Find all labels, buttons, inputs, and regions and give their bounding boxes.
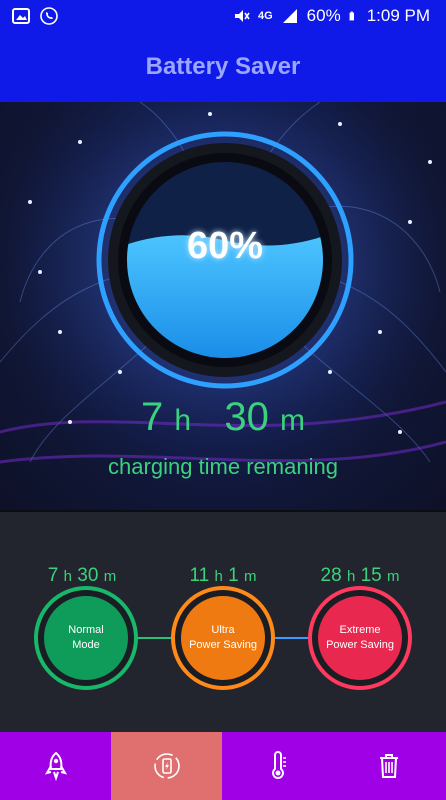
rocket-icon	[44, 751, 67, 781]
network-type: 4G	[257, 10, 273, 22]
mode-connector	[134, 637, 179, 639]
app-bar: Battery Saver	[0, 32, 446, 102]
extreme-power-saving-button[interactable]: Extreme Power Saving	[312, 590, 408, 686]
nav-clean[interactable]	[333, 732, 444, 800]
signal-icon	[282, 9, 297, 23]
thermometer-icon	[271, 751, 286, 779]
normal-mode-button[interactable]: Normal Mode	[38, 590, 134, 686]
nav-charge[interactable]	[111, 732, 222, 800]
battery-percent: 60%	[186, 225, 264, 267]
charging-time: 7 h 30 m	[0, 395, 446, 440]
phone-notification-icon	[40, 7, 58, 25]
mute-icon	[234, 10, 250, 22]
ultra-mode-time: 11 h 1 m	[189, 565, 257, 586]
charging-subtitle: charging time remaning	[108, 454, 338, 479]
battery-status-icon	[349, 11, 354, 21]
extreme-mode-time: 28 h 15 m	[320, 565, 400, 586]
status-bar: 4G 60% 1:09 PM	[0, 0, 446, 32]
ultra-power-saving-button[interactable]: Ultra Power Saving	[175, 590, 271, 686]
charging-hours: 7	[140, 395, 164, 439]
mode-connector	[271, 637, 316, 639]
nav-boost[interactable]	[0, 732, 111, 800]
nav-temperature[interactable]	[222, 732, 333, 800]
charging-minutes: 30	[224, 395, 269, 439]
battery-hero: 60%	[0, 102, 446, 510]
charging-minutes-unit: m	[280, 404, 306, 437]
trash-icon	[379, 754, 398, 778]
bottom-navigation	[0, 732, 446, 800]
clock: 1:09 PM	[366, 6, 430, 25]
normal-mode-time: 7 h 30 m	[47, 565, 117, 586]
image-notification-icon	[12, 8, 30, 24]
app-title: Battery Saver	[145, 53, 301, 80]
battery-charge-icon	[153, 753, 180, 779]
battery-status-text: 60%	[306, 6, 341, 25]
charging-hours-unit: h	[174, 404, 192, 437]
